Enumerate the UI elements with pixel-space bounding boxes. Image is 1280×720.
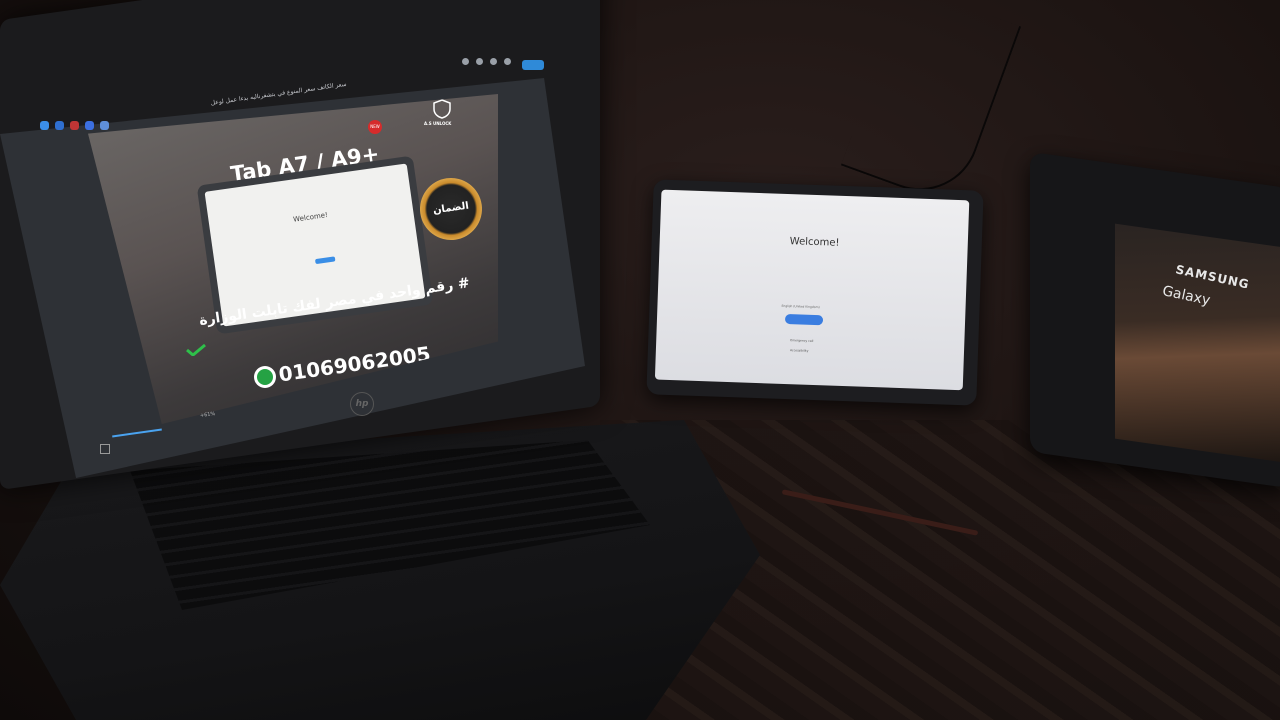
tab-icon[interactable] [40, 120, 49, 130]
welcome-heading: Welcome! [789, 236, 840, 249]
shield-icon [433, 99, 451, 119]
tab-icon[interactable] [55, 120, 64, 130]
guarantee-badge: الضمان [415, 173, 487, 245]
start-button[interactable] [784, 313, 824, 326]
brand-logo-label: A.S UNLOCK [424, 121, 452, 126]
window-controls [462, 58, 511, 65]
control-button[interactable] [490, 58, 497, 65]
whatsapp-icon [254, 366, 276, 388]
accessibility-link[interactable]: Accessibility [790, 348, 809, 353]
fullscreen-icon[interactable] [100, 444, 110, 454]
control-button[interactable] [504, 58, 511, 65]
tab-icon[interactable] [70, 120, 79, 130]
emergency-call-link[interactable]: Emergency call [790, 338, 813, 343]
language-select[interactable]: English (United Kingdom) [781, 304, 819, 309]
tablet-right-screen [1115, 223, 1280, 464]
tab-icon[interactable] [100, 120, 109, 130]
tab-icon[interactable] [85, 120, 94, 130]
hp-logo: hp [350, 392, 374, 416]
cable [840, 0, 1022, 208]
control-button[interactable] [476, 58, 483, 65]
tablet-middle: Welcome! English (United Kingdom) Emerge… [646, 179, 984, 406]
control-button[interactable] [462, 58, 469, 65]
new-badge: NEW [368, 120, 382, 134]
action-button[interactable] [522, 60, 544, 70]
check-icon [186, 344, 206, 356]
whatsapp-icon-inner [257, 369, 273, 385]
ad-welcome-text: Welcome! [292, 210, 329, 224]
ad-start-button [314, 256, 336, 265]
tablet-middle-screen: Welcome! English (United Kingdom) Emerge… [654, 189, 970, 391]
tablet-right [1030, 151, 1280, 489]
